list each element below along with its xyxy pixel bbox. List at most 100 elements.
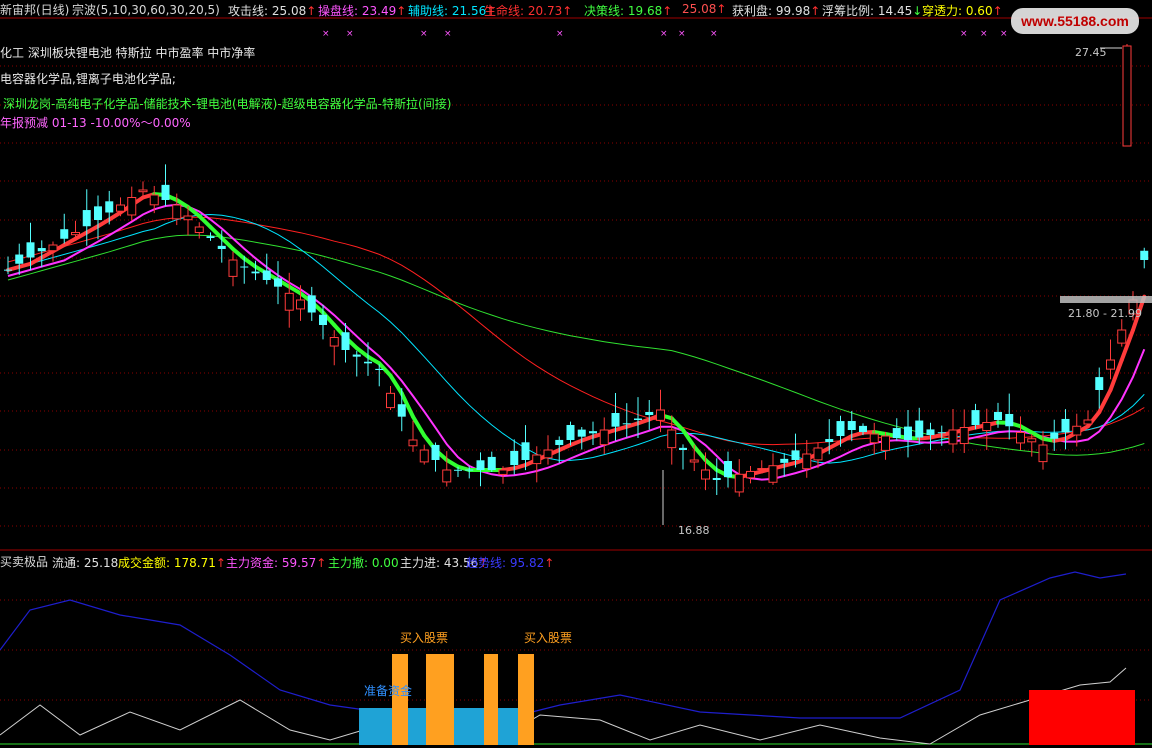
candle-body-down: [679, 447, 687, 450]
candle-body-down: [521, 442, 530, 460]
candle-body-down: [971, 410, 980, 425]
candle-body-down: [994, 411, 1002, 420]
candle-body-up: [757, 468, 767, 471]
candle-body-up: [982, 422, 992, 432]
candle-body-up: [284, 292, 294, 311]
candle-body-down: [634, 418, 642, 420]
watermark-logo: www.55188.com: [1011, 8, 1139, 34]
candle-body-up: [656, 409, 665, 421]
candle-body-down: [161, 184, 170, 200]
buy-signal-bar: [392, 654, 408, 745]
candle-body-up: [869, 433, 879, 444]
candle-body-down: [274, 278, 282, 287]
candle-body-down: [476, 460, 485, 470]
candle-body-down: [307, 295, 316, 313]
candle-body-down: [217, 245, 226, 249]
candle-body-down: [904, 426, 912, 440]
signal-marker: ×: [710, 29, 718, 39]
signal-marker: ×: [1000, 29, 1008, 39]
trend-line-segment: [681, 428, 697, 449]
candle-body-up: [194, 226, 204, 234]
candle-body-down: [364, 361, 372, 364]
candle-body-down: [915, 420, 924, 438]
candle-body-down: [105, 201, 114, 213]
candle-body-down: [589, 431, 597, 434]
candle-body-up: [746, 470, 755, 479]
candle-body-up: [1027, 438, 1037, 443]
candle-body-up: [802, 453, 812, 470]
buy-signal-bar: [518, 654, 534, 745]
sub-indicator-name[interactable]: 买卖极品: [0, 553, 48, 570]
signal-marker: ×: [322, 29, 330, 39]
candle-body-up: [1083, 419, 1093, 425]
signal-marker: ×: [660, 29, 668, 39]
candle-body-up: [881, 435, 890, 451]
candle-body-down: [555, 439, 564, 445]
candle-body-up: [543, 449, 553, 459]
candle-body-up: [442, 469, 452, 483]
candle-body-up: [329, 337, 339, 347]
red-signal-block: [1029, 690, 1135, 745]
candle-body-up: [296, 299, 305, 310]
candle-body-up: [1117, 329, 1127, 344]
sub-grid: [0, 599, 1152, 745]
candle-body-down: [319, 314, 327, 325]
sub-item-5: 趋势线: 95.82↑: [466, 556, 555, 570]
candle-body-down: [4, 269, 12, 271]
candle-body-up: [813, 447, 823, 461]
signal-marker: ×: [980, 29, 988, 39]
prepare-funds-label: 准备资金: [364, 684, 413, 698]
indicator-1: 操盘线: 23.49↑: [318, 4, 407, 18]
candle-body-up: [768, 465, 778, 483]
candle-body-up: [959, 427, 969, 445]
candle-body-down: [780, 458, 789, 463]
candle-body-down: [1005, 413, 1014, 427]
candle-body-down: [352, 354, 361, 357]
candle-body-down: [431, 444, 440, 460]
sub-item-3: 主力撤: 0.00: [328, 556, 399, 570]
price-band: [1060, 296, 1152, 303]
indicator-3: 生命线: 20.73↑: [484, 4, 573, 18]
indicator-5: 25.08↑: [682, 2, 727, 16]
business-line: 电容器化学品,锂离子电池化学品;: [0, 72, 176, 86]
candle-body-down: [26, 242, 35, 258]
signal-marker: ×: [346, 29, 354, 39]
stock-name[interactable]: 新宙邦(日线): [0, 1, 69, 18]
candle-body-down: [611, 412, 620, 427]
trend-line-segment: [231, 247, 247, 261]
ma10-line: [7, 203, 1146, 481]
candle-body-down: [465, 469, 474, 471]
current-range-label: 21.80 - 21.99: [1068, 307, 1142, 320]
candle-body-down: [859, 425, 867, 432]
candle-body-down: [397, 404, 406, 417]
candle-body-down: [712, 477, 721, 480]
candle-body-up: [689, 459, 699, 463]
buy-signal-bar: [484, 654, 498, 745]
candle-body-up: [386, 392, 395, 409]
low-price-label: 16.88: [678, 524, 710, 537]
candle-body-up: [48, 244, 58, 252]
trend-line-segment: [692, 444, 708, 462]
candle-body-down: [60, 229, 69, 239]
indicator-7: 浮筹比例: 14.45↓: [822, 4, 923, 18]
candle-body-up: [183, 215, 193, 221]
candle-body-down: [622, 423, 631, 425]
candle-body-down: [37, 248, 46, 252]
kline-chart-canvas[interactable]: × × × × × × × × × × ×: [0, 0, 1152, 748]
candle-body-down: [937, 432, 946, 434]
candle-body-up: [599, 429, 609, 446]
moving-averages: [6, 192, 1147, 481]
signal-marker: ×: [960, 29, 968, 39]
trend-line-segment: [703, 458, 719, 472]
candle-body-up: [408, 439, 418, 447]
high-price-label: 27.45: [1075, 46, 1107, 59]
candle-body-down: [1050, 432, 1059, 439]
trend-line-segment: [242, 256, 258, 269]
candle-body-up: [71, 232, 80, 236]
candle-body-down: [262, 270, 271, 280]
candle-body-down: [892, 428, 901, 438]
candle-body-up: [1038, 444, 1048, 463]
candle-body-down: [206, 236, 215, 238]
candle-body-up: [1072, 425, 1082, 436]
candle-body-down: [836, 421, 845, 436]
